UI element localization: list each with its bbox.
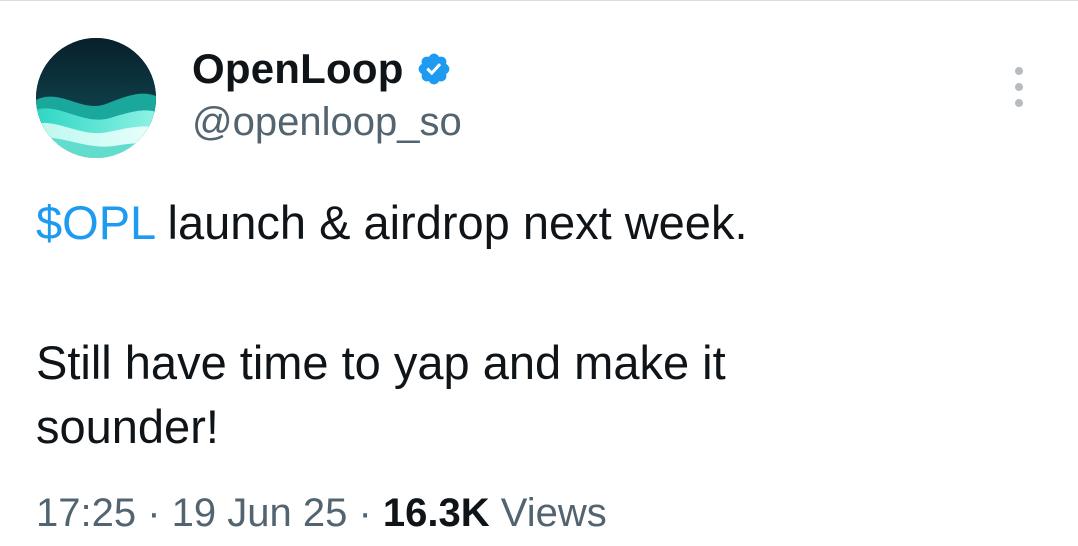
tweet-line-1: $OPL launch & airdrop next week. (36, 191, 1036, 255)
tweet-line-1-text: launch & airdrop next week. (154, 196, 748, 249)
verified-badge-icon[interactable] (416, 51, 452, 87)
avatar[interactable] (36, 38, 156, 158)
more-vertical-icon[interactable] (1002, 67, 1036, 107)
openloop-logo-icon (36, 38, 156, 158)
tweet-card[interactable]: OpenLoop @openloop_so $OPL launch & aird… (0, 0, 1078, 546)
more-dot (1015, 99, 1023, 107)
tweet-date[interactable]: 19 Jun 25 (172, 491, 348, 535)
more-dot (1015, 83, 1023, 91)
author-display-name[interactable]: OpenLoop (192, 43, 404, 95)
views-count[interactable]: 16.3K (383, 491, 490, 535)
cashtag-link[interactable]: $OPL (36, 196, 154, 249)
author-handle[interactable]: @openloop_so (192, 97, 462, 147)
tweet-line-3: sounder! (36, 400, 219, 453)
meta-separator: · (136, 491, 172, 535)
tweet-meta: 17:25 · 19 Jun 25 · 16.3K Views (36, 487, 607, 539)
more-dot (1015, 67, 1023, 75)
tweet-line-2: Still have time to yap and make it (36, 336, 726, 389)
author-name-row: OpenLoop (192, 43, 452, 95)
views-label: Views (489, 491, 607, 535)
tweet-time[interactable]: 17:25 (36, 491, 136, 535)
meta-separator: · (347, 491, 383, 535)
tweet-text: $OPL launch & airdrop next week. Still h… (36, 191, 1036, 459)
